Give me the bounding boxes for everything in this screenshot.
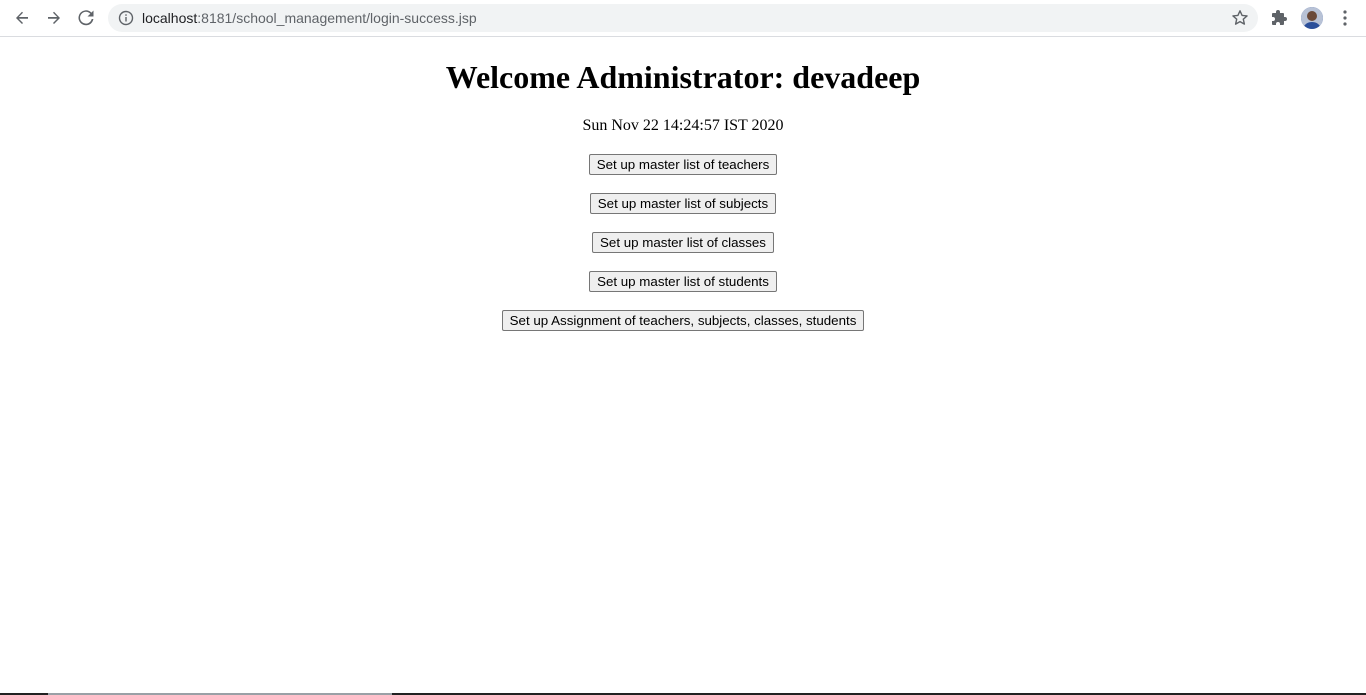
star-icon[interactable] [1231, 9, 1249, 27]
back-button[interactable] [8, 4, 36, 32]
setup-subjects-button[interactable]: Set up master list of subjects [589, 193, 777, 214]
reload-button[interactable] [72, 4, 100, 32]
current-datetime: Sun Nov 22 14:24:57 IST 2020 [582, 117, 784, 134]
url-host: localhost [142, 10, 198, 26]
page-title: Welcome Administrator: devadeep [445, 59, 921, 95]
forward-button[interactable] [40, 4, 68, 32]
info-icon[interactable] [118, 10, 134, 26]
setup-assignment-button[interactable]: Set up Assignment of teachers, subjects,… [501, 310, 865, 331]
url-text[interactable]: localhost:8181/school_management/login-s… [142, 4, 477, 32]
setup-classes-button[interactable]: Set up master list of classes [592, 232, 774, 253]
button-row: Set up master list of students [0, 271, 1366, 292]
button-row: Set up Assignment of teachers, subjects,… [0, 310, 1366, 331]
button-row: Set up master list of teachers [0, 154, 1366, 175]
url-path: :8181/school_management/login-success.js… [197, 10, 477, 26]
reload-icon [78, 10, 94, 26]
setup-teachers-button[interactable]: Set up master list of teachers [588, 154, 778, 175]
back-arrow-icon [16, 11, 28, 24]
button-row: Set up master list of classes [0, 232, 1366, 253]
address-bar[interactable]: localhost:8181/school_management/login-s… [108, 4, 1258, 32]
puzzle-icon[interactable] [1270, 9, 1288, 27]
button-row: Set up master list of subjects [0, 193, 1366, 214]
profile-picture [1301, 7, 1323, 29]
page-content: Welcome Administrator: devadeep Sun Nov … [0, 37, 1366, 695]
forward-arrow-icon [48, 11, 60, 24]
browser-toolbar: localhost:8181/school_management/login-s… [0, 0, 1366, 37]
avatar[interactable] [1301, 7, 1323, 29]
kebab-menu-icon[interactable] [1335, 8, 1355, 28]
setup-students-button[interactable]: Set up master list of students [589, 271, 777, 292]
